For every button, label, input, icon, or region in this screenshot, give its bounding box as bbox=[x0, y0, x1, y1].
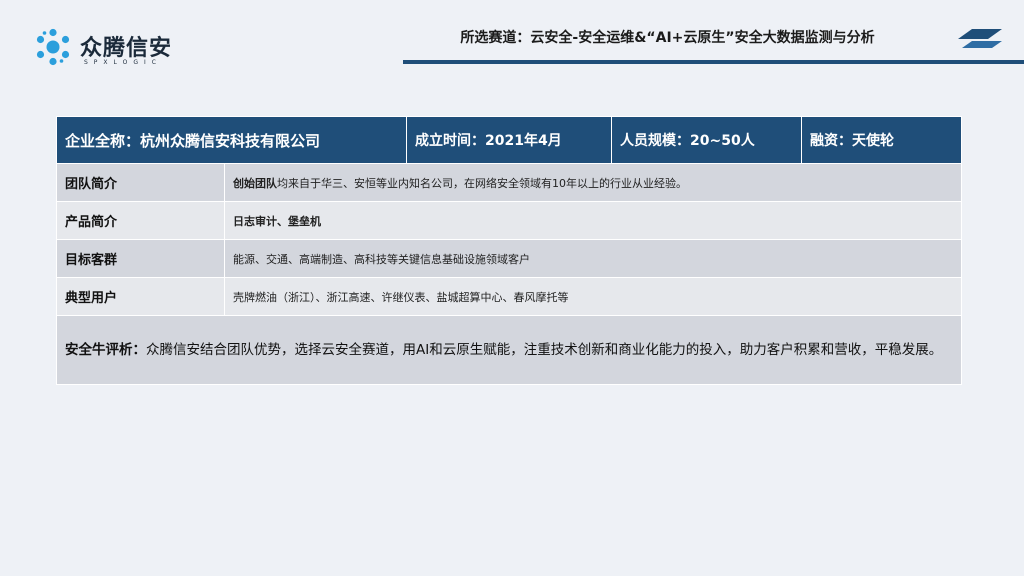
company-founded: 成立时间：2021年4月 bbox=[406, 116, 613, 164]
company-info-table: 企业全称：杭州众腾信安科技有限公司 成立时间：2021年4月 人员规模：20~5… bbox=[55, 116, 963, 385]
table-row: 目标客群 能源、交通、高端制造、高科技等关键信息基础设施领域客户 bbox=[56, 239, 963, 278]
row-label: 目标客群 bbox=[56, 239, 225, 278]
table-row: 典型用户 壳牌燃油（浙江）、浙江高速、许继仪表、盐城超算中心、春风摩托等 bbox=[56, 277, 963, 316]
row-value-bold: 创始团队 bbox=[233, 176, 277, 190]
row-value: 创始团队均来自于华三、安恒等业内知名公司，在网络安全领域有10年以上的行业从业经… bbox=[223, 163, 963, 202]
molecule-logo-icon bbox=[36, 28, 70, 66]
row-label: 典型用户 bbox=[56, 277, 225, 316]
header-divider bbox=[403, 60, 1024, 64]
company-header-row: 企业全称：杭州众腾信安科技有限公司 成立时间：2021年4月 人员规模：20~5… bbox=[55, 116, 963, 164]
row-value: 壳牌燃油（浙江）、浙江高速、许继仪表、盐城超算中心、春风摩托等 bbox=[223, 277, 963, 316]
company-staff-size: 人员规模：20~50人 bbox=[611, 116, 803, 164]
brand-subtitle: SPXLOGIC bbox=[84, 59, 162, 66]
brand-name: 众腾信安 bbox=[80, 36, 173, 61]
table-row: 团队简介 创始团队均来自于华三、安恒等业内知名公司，在网络安全领域有10年以上的… bbox=[56, 163, 963, 202]
row-value: 日志审计、堡垒机 bbox=[223, 201, 963, 240]
row-value-text: 壳牌燃油（浙江）、浙江高速、许继仪表、盐城超算中心、春风摩托等 bbox=[233, 290, 569, 304]
row-value: 能源、交通、高端制造、高科技等关键信息基础设施领域客户 bbox=[223, 239, 963, 278]
company-full-name: 企业全称：杭州众腾信安科技有限公司 bbox=[55, 116, 408, 164]
row-value-text: 均来自于华三、安恒等业内知名公司，在网络安全领域有10年以上的行业从业经验。 bbox=[277, 176, 687, 190]
row-value-text: 能源、交通、高端制造、高科技等关键信息基础设施领域客户 bbox=[233, 252, 530, 266]
page-title: 所选赛道：云安全-安全运维&“AI+云原生”安全大数据监测与分析 bbox=[460, 30, 875, 46]
company-funding: 融资：天使轮 bbox=[801, 116, 963, 164]
stripes-decoration-icon bbox=[958, 29, 1002, 48]
evaluation-label: 安全牛评析： bbox=[65, 342, 146, 358]
evaluation-cell: 安全牛评析：众腾信安结合团队优势，选择云安全赛道，用AI和云原生赋能，注重技术创… bbox=[55, 315, 963, 385]
row-label: 产品简介 bbox=[56, 201, 225, 240]
brand-logo: 众腾信安 SPXLOGIC bbox=[34, 26, 224, 74]
table-row: 产品简介 日志审计、堡垒机 bbox=[56, 201, 963, 240]
row-value-bold: 日志审计、堡垒机 bbox=[233, 214, 321, 228]
row-label: 团队简介 bbox=[56, 163, 225, 202]
evaluation-text: 众腾信安结合团队优势，选择云安全赛道，用AI和云原生赋能，注重技术创新和商业化能… bbox=[146, 342, 943, 358]
evaluation-row: 安全牛评析：众腾信安结合团队优势，选择云安全赛道，用AI和云原生赋能，注重技术创… bbox=[55, 315, 963, 385]
